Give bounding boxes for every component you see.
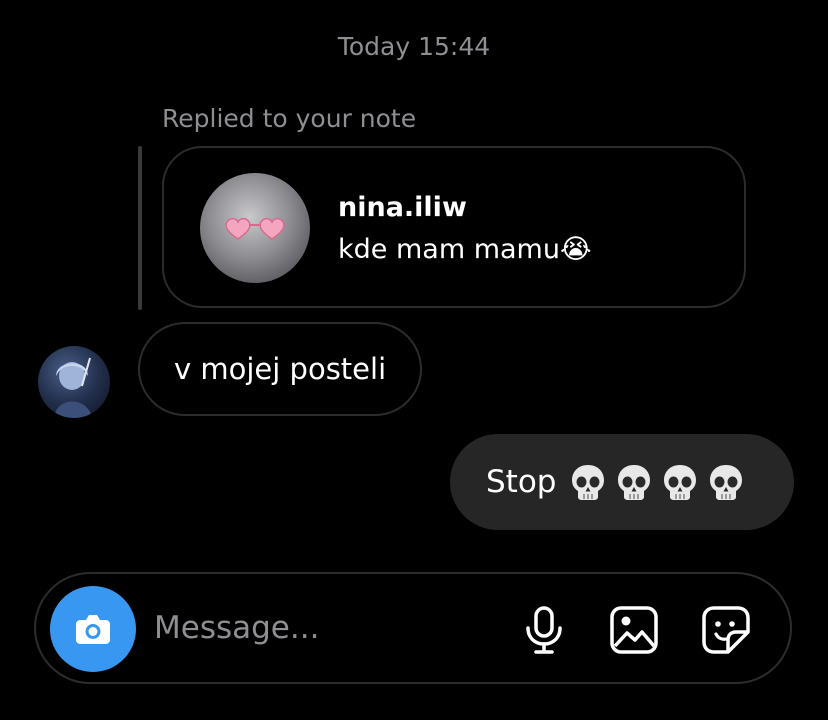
note-avatar[interactable] xyxy=(200,173,310,283)
message-composer xyxy=(34,572,792,684)
camera-button[interactable] xyxy=(50,586,136,672)
skull-emoji-icon xyxy=(710,465,743,500)
camera-icon xyxy=(76,615,110,644)
replied-note-card[interactable]: nina.iliw kde mam mamu😭 xyxy=(162,146,746,308)
outgoing-message-bubble[interactable]: Stop xyxy=(450,434,794,530)
sticker-button[interactable] xyxy=(698,602,754,658)
skull-emoji-icon xyxy=(618,465,651,500)
note-text: kde mam mamu😭 xyxy=(338,234,592,265)
skull-emoji-icon xyxy=(572,465,605,500)
microphone-icon xyxy=(526,606,562,654)
heart-glasses-icon xyxy=(225,217,285,240)
timestamp: Today 15:44 xyxy=(337,32,491,61)
gallery-icon xyxy=(610,606,658,654)
sticker-icon xyxy=(702,606,750,654)
replied-to-note-label: Replied to your note xyxy=(162,104,417,133)
outgoing-message-text: Stop xyxy=(486,464,557,500)
message-input[interactable] xyxy=(154,602,474,654)
anime-character-icon xyxy=(54,357,92,418)
incoming-message-bubble[interactable]: v mojej posteli xyxy=(138,322,423,416)
sender-avatar[interactable] xyxy=(38,346,110,418)
reply-indicator-bar xyxy=(138,146,142,310)
skull-emoji-icon xyxy=(664,465,697,500)
microphone-button[interactable] xyxy=(516,602,572,658)
chat-screen: Today 15:44 Replied to your note nina.il… xyxy=(0,0,828,720)
gallery-button[interactable] xyxy=(606,602,662,658)
note-username: nina.iliw xyxy=(338,192,467,223)
